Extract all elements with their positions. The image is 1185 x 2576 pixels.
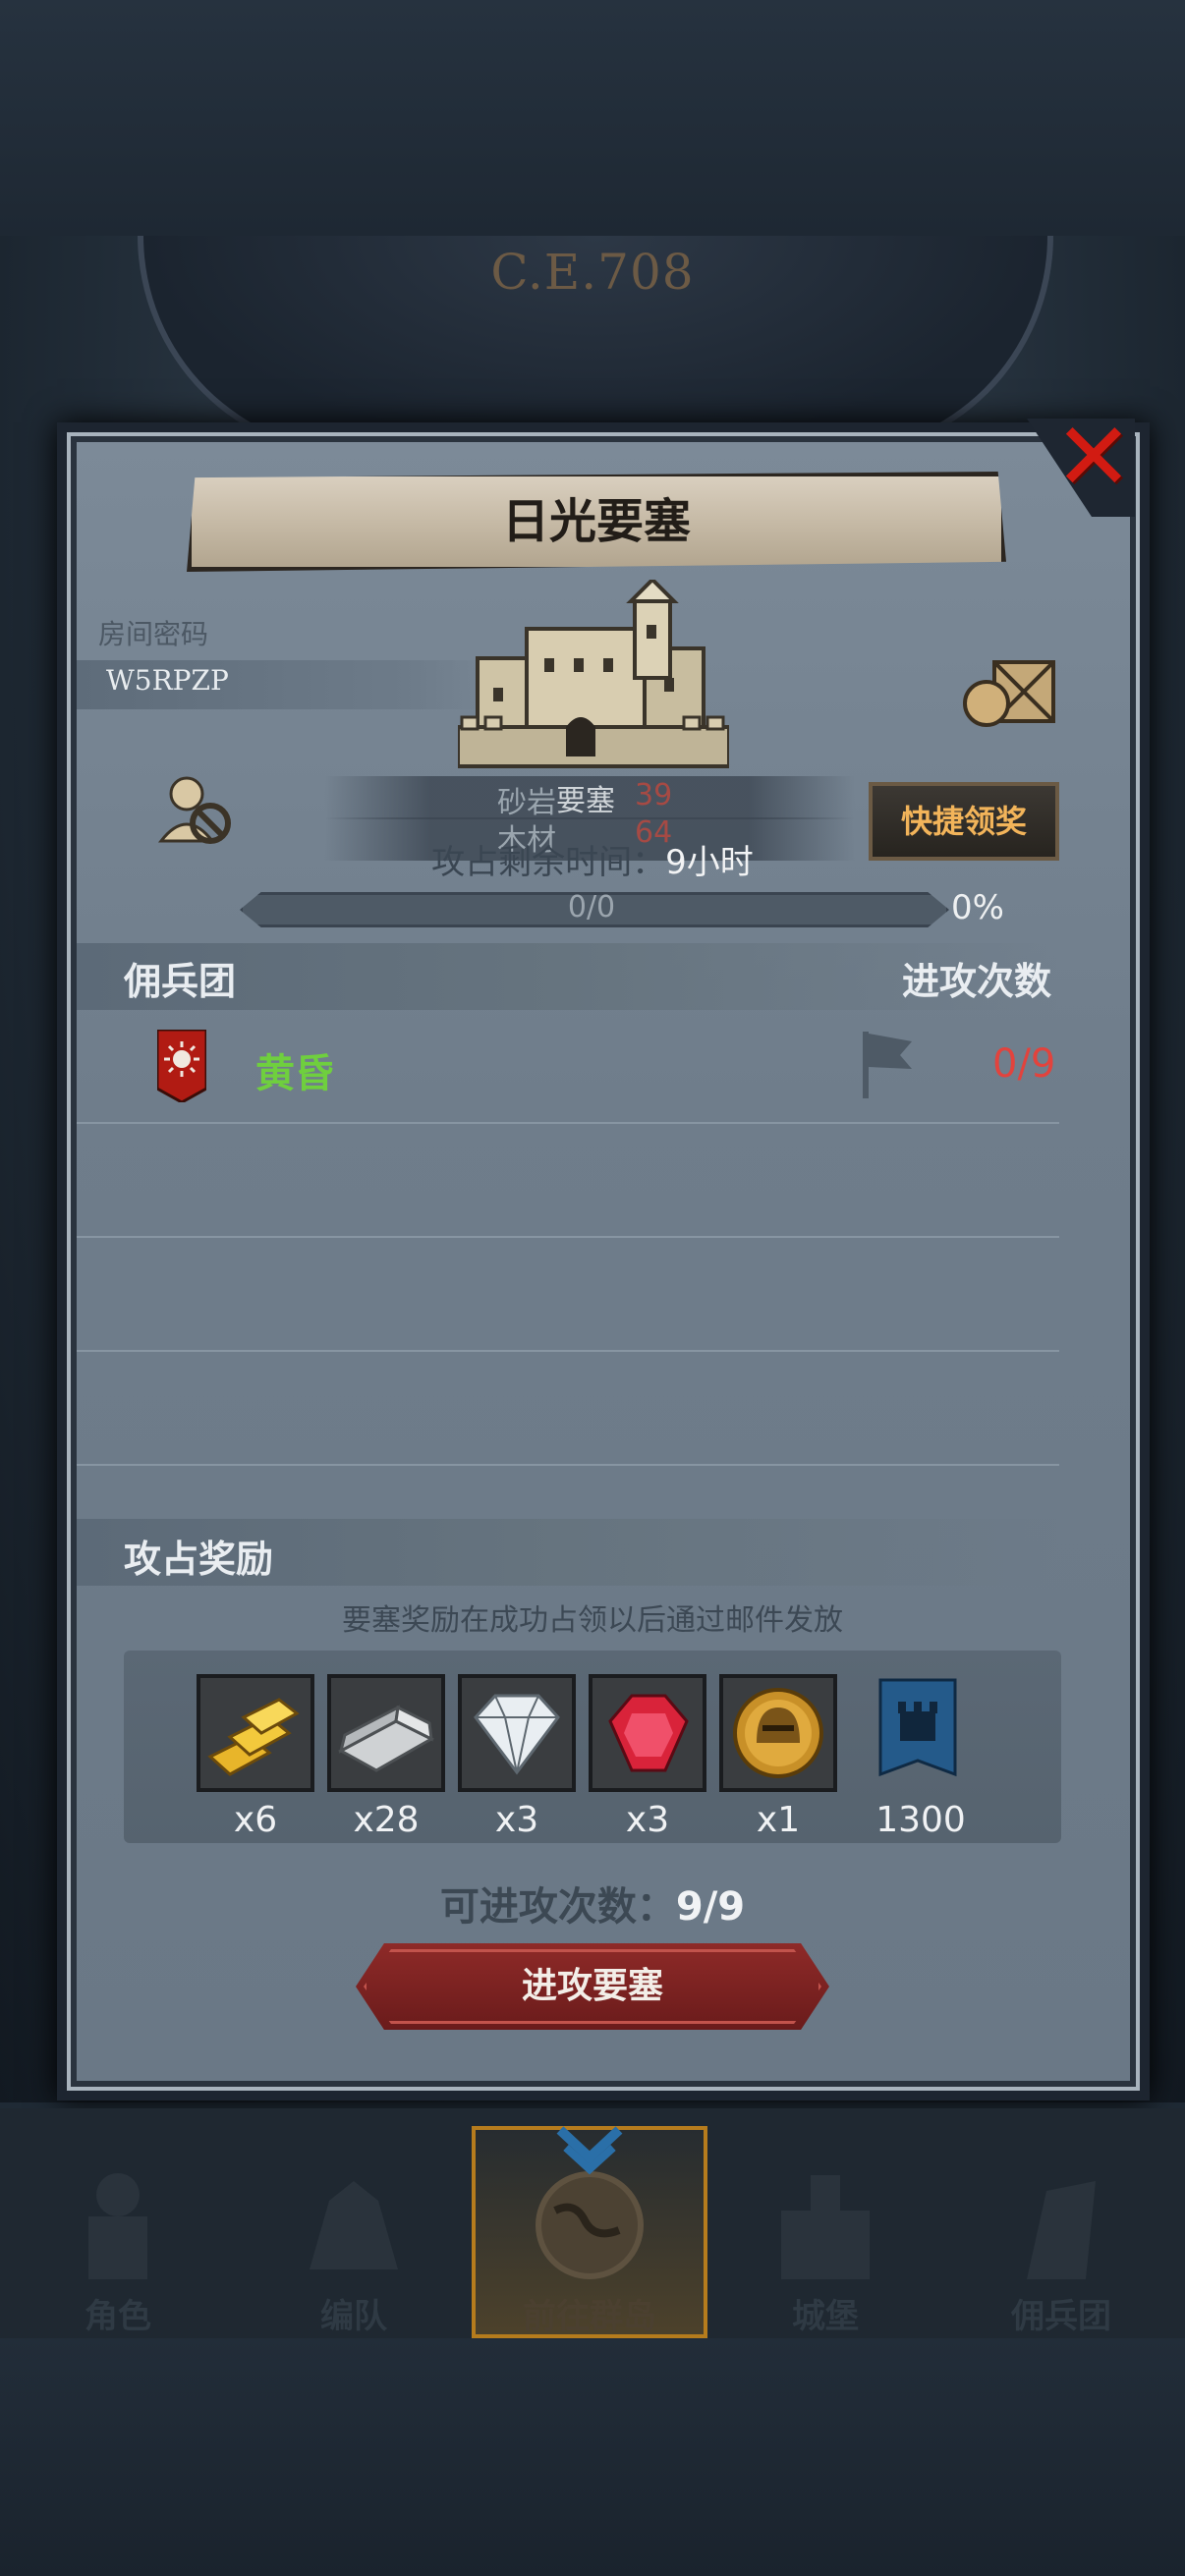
mercenary-icon [1027,2181,1096,2279]
empty-row [77,1238,1059,1352]
mercenary-name: 黄昏 [255,1051,334,1096]
nav-item-islands[interactable]: 前往群岛 [472,2108,707,2338]
reward-slot[interactable] [327,1674,445,1792]
room-code-value[interactable]: W5RPZP [106,664,229,697]
supply-crate-icon[interactable] [959,648,1059,729]
nav-label: 编队 [320,2297,387,2336]
attacks-remaining-label: 可进攻次数： [439,1884,676,1930]
nav-item-character[interactable]: 角色 [0,2108,236,2338]
bottom-background [0,2338,1185,2576]
mercenary-header: 佣兵团 [124,960,237,1003]
castle-banner-icon[interactable] [878,1678,957,1790]
attacks-remaining-value: 9/9 [675,1884,746,1930]
diamond-icon [474,1694,560,1775]
nav-label: 前往群岛 [523,2297,656,2336]
formation-icon [310,2181,398,2269]
reward-slot[interactable] [197,1674,314,1792]
nav-item-formation[interactable]: 编队 [236,2108,472,2338]
modal-title: 日光要塞 [501,494,691,549]
time-remaining: 攻占剩余时间：9小时 [0,835,1185,883]
nav-label: 城堡 [792,2297,859,2336]
globe-icon [536,2171,644,2279]
progress-text: 0/0 [567,890,616,924]
room-code-label: 房间密码 [98,618,209,650]
attack-fortress-button[interactable]: 进攻要塞 [356,1943,829,2030]
reward-slot[interactable] [719,1674,837,1792]
reward-qty: x3 [625,1800,670,1840]
reward-qty: 1300 [875,1800,966,1840]
knight-icon [88,2173,147,2279]
flag-icon [863,1032,912,1098]
empty-row [77,1352,1059,1466]
ruby-icon [608,1694,689,1772]
reward-qty: x1 [756,1800,801,1840]
mercenary-attack-count: 0/9 [992,1041,1056,1087]
reward-slot[interactable] [589,1674,706,1792]
gold-bars-icon [207,1698,300,1776]
reward-qty: x3 [494,1800,539,1840]
nav-item-mercenary[interactable]: 佣兵团 [943,2108,1179,2338]
resource-value: 39 [635,778,673,812]
nav-item-castle[interactable]: 城堡 [707,2108,943,2338]
sun-banner-icon [157,1030,206,1102]
fortress-icon [458,580,729,768]
close-icon[interactable]: ✕ [1049,410,1138,504]
progress-percent: 0% [951,888,1004,927]
golden-helmet-medal-icon [733,1688,823,1778]
castle-icon [781,2175,870,2279]
nav-label: 佣兵团 [1011,2297,1111,2336]
chevron-down-icon [556,2126,623,2175]
attack-count-header: 进攻次数 [902,960,1052,1003]
era-label: C.E.708 [490,244,695,301]
rewards-description: 要塞奖励在成功占领以后通过邮件发放 [342,1603,843,1638]
nav-label: 角色 [85,2297,151,2336]
reward-qty: x28 [353,1800,420,1840]
top-background [0,0,1185,236]
overlay-label: 要塞 [556,784,615,818]
time-remaining-label: 攻占剩余时间： [431,843,666,882]
rewards-header: 攻占奖励 [124,1538,274,1581]
time-remaining-value: 9小时 [665,843,754,882]
empty-row [77,1124,1059,1238]
silver-bar-icon [337,1705,435,1772]
reward-slot[interactable] [458,1674,576,1792]
reward-qty: x6 [233,1800,278,1840]
attacks-remaining: 可进攻次数：9/9 [0,1875,1185,1932]
